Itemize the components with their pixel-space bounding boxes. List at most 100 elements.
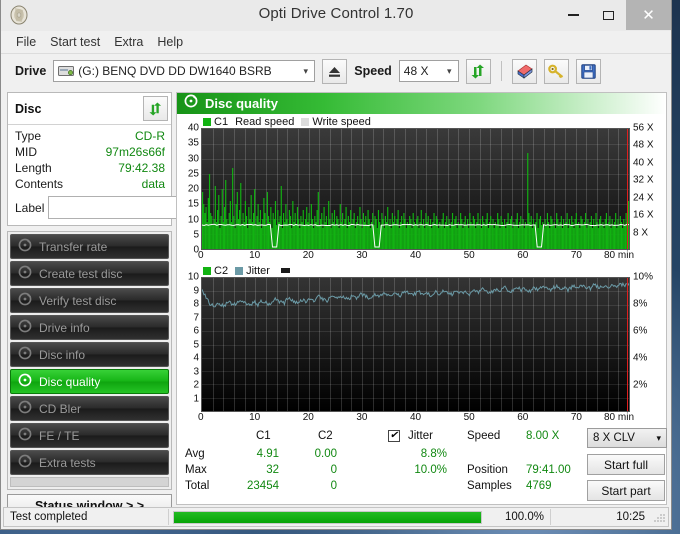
axis-tick-label: 10% [633, 272, 653, 283]
axis-tick-label: 8 [193, 299, 199, 310]
c2-plot-wrap: 1 2 3 4 5 6 7 8 9 10 2% 4% 6% 8% 10% [179, 277, 664, 412]
speed-select[interactable]: 48 X ▾ [399, 60, 459, 82]
disc-panel-title: Disc [15, 102, 41, 116]
checkbox-icon: ✔ [388, 430, 400, 442]
axis-tick-label: 10 [249, 412, 260, 423]
jitter-label: Jitter [408, 430, 433, 442]
resize-grip[interactable] [653, 511, 665, 523]
test-list-spacer [10, 477, 169, 487]
chevron-down-icon: ▾ [656, 433, 661, 444]
maximize-button[interactable] [591, 0, 626, 30]
legend-label: C2 [214, 265, 228, 277]
sidebar-item-label: CD Bler [39, 402, 81, 416]
disc-fields: Type CD-R MID 97m26s66f Length 79:42.38 … [8, 125, 171, 225]
axis-tick-label: 50 [464, 250, 475, 261]
c1-y2-axis: 8 X 16 X 24 X 32 X 40 X 48 X 56 X [630, 128, 664, 250]
save-icon [581, 64, 596, 79]
legend-label: Jitter [246, 265, 270, 277]
axis-tick-label: 40 X [633, 157, 654, 168]
disc-row-contents: Contents data [15, 176, 165, 192]
maximize-icon [603, 11, 614, 20]
c1-x-axis: 0 10 20 30 40 50 60 70 80 min [201, 250, 630, 264]
refresh-icon [148, 102, 163, 116]
chevron-down-icon: ▾ [441, 61, 458, 81]
disc-key: Length [15, 160, 52, 176]
sidebar-item-fe-te[interactable]: FE / TE [10, 423, 169, 448]
sidebar-item-drive-info[interactable]: Drive info [10, 315, 169, 340]
refresh-button[interactable] [466, 59, 491, 84]
axis-tick-label: 30 [356, 250, 367, 261]
eject-icon [327, 65, 342, 78]
c1-plot-wrap: 0 5 10 15 20 25 30 35 40 8 X 16 X 24 X 32 X 40 X 48 X… [179, 128, 664, 250]
menu-start-test[interactable]: Start test [47, 33, 111, 51]
erase-button[interactable] [512, 59, 537, 84]
progress-text: 100.0% [486, 508, 550, 526]
sidebar-item-label: Transfer rate [39, 240, 107, 254]
disc-value: 79:42.38 [118, 160, 165, 176]
sidebar-item-extra-tests[interactable]: Extra tests [10, 450, 169, 475]
stats-avg-c2: 0.00 [301, 448, 337, 460]
axis-tick-label: 7 [193, 312, 199, 323]
drive-icon [58, 64, 74, 78]
sidebar-item-create-test-disc[interactable]: Create test disc [10, 261, 169, 286]
sidebar-item-label: Verify test disc [39, 294, 116, 308]
axis-tick-label: 8% [633, 299, 647, 310]
axis-tick-label: 5 [193, 229, 199, 240]
progress-bar [173, 511, 482, 524]
sidebar-item-transfer-rate[interactable]: Transfer rate [10, 234, 169, 259]
sidebar-item-label: FE / TE [39, 429, 79, 443]
stats-row-max: Max [185, 464, 207, 476]
speed-stat-label: Speed [467, 430, 500, 442]
menu-file[interactable]: File [13, 33, 47, 51]
disc-key: Contents [15, 176, 63, 192]
main-body: Disc Type CD-R MID 97m26s66f Length 79:4… [1, 88, 671, 505]
title-bar: Opti Drive Control 1.70 ✕ [1, 0, 671, 31]
eject-button[interactable] [322, 59, 347, 84]
c1-legend: C1 Read speed Write speed [179, 115, 664, 128]
minimize-button[interactable] [556, 0, 591, 30]
axis-tick-label: 0 [198, 250, 204, 261]
axis-tick-label: 25 [188, 168, 199, 179]
elapsed-time: 10:25 [551, 508, 651, 526]
close-button[interactable]: ✕ [626, 0, 671, 30]
save-button[interactable] [576, 59, 601, 84]
axis-tick-label: 60 [517, 250, 528, 261]
eraser-icon [516, 64, 533, 79]
speed-label: Speed [354, 64, 392, 78]
axis-tick-label: 56 X [633, 123, 654, 134]
disc-panel-header: Disc [8, 93, 171, 125]
sidebar-item-verify-test-disc[interactable]: Verify test disc [10, 288, 169, 313]
c2-y-axis: 1 2 3 4 5 6 7 8 9 10 [179, 277, 201, 412]
stats-avg-c1: 4.91 [243, 448, 279, 460]
axis-tick-label: 20 [303, 250, 314, 261]
disc-refresh-button[interactable] [143, 96, 168, 121]
key-button[interactable] [544, 59, 569, 84]
axis-tick-label: 30 [188, 153, 199, 164]
drive-value: (G:) BENQ DVD DD DW1640 BSRB [78, 64, 271, 78]
sidebar-item-disc-info[interactable]: Disc info [10, 342, 169, 367]
axis-tick-label: 2 [193, 380, 199, 391]
write-strategy-select[interactable]: 8 X CLV ▾ [587, 428, 667, 448]
menu-extra[interactable]: Extra [111, 33, 154, 51]
legend-jitter: Jitter [235, 265, 270, 277]
disc-row-type: Type CD-R [15, 128, 165, 144]
window-controls: ✕ [556, 0, 671, 30]
sidebar-item-cd-bler[interactable]: CD Bler [10, 396, 169, 421]
start-full-button[interactable]: Start full [587, 454, 665, 475]
legend-c1: C1 [203, 116, 228, 128]
stats-total-c2: 0 [301, 480, 337, 492]
speed-stat-value: 8.00 X [526, 430, 559, 442]
legend-label: Write speed [312, 116, 371, 128]
status-message: Test completed [4, 508, 168, 526]
drive-select[interactable]: (G:) BENQ DVD DD DW1640 BSRB ▾ [53, 60, 315, 82]
menu-help[interactable]: Help [154, 33, 194, 51]
disc-quality-icon [184, 94, 198, 113]
test-list: Transfer rate Create test disc Verify te… [7, 231, 172, 490]
sidebar-item-disc-quality[interactable]: Disc quality [10, 369, 169, 394]
jitter-checkbox[interactable]: ✔ [388, 429, 400, 442]
drive-toolbar: Drive (G:) BENQ DVD DD DW1640 BSRB ▾ Spe… [1, 53, 671, 88]
start-part-button[interactable]: Start part [587, 480, 665, 501]
axis-tick-label: 80 min [604, 412, 634, 423]
disc-key: Type [15, 128, 41, 144]
disc-small-icon [18, 319, 32, 336]
